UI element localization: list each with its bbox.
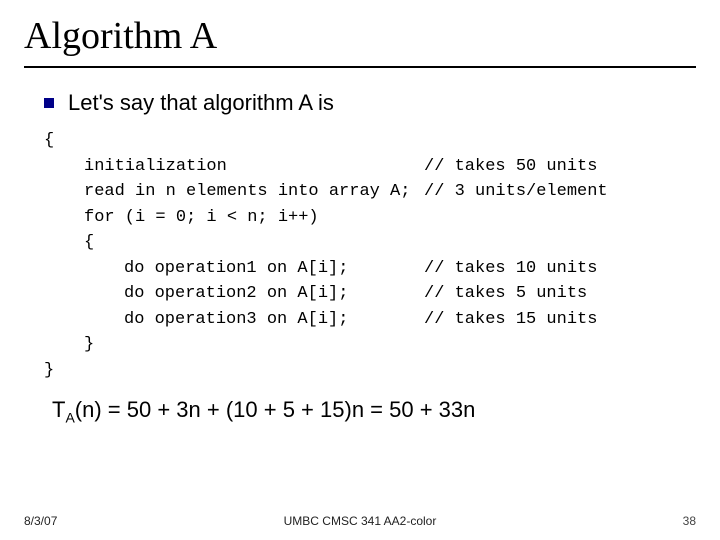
code-line: read in n elements into array A;: [44, 179, 424, 205]
bullet-item: Let's say that algorithm A is: [44, 90, 696, 116]
code-comment: // 3 units/element: [424, 179, 608, 205]
slide: Algorithm A Let's say that algorithm A i…: [0, 0, 720, 540]
square-bullet-icon: [44, 98, 54, 108]
footer-course: UMBC CMSC 341 AA2-color: [24, 514, 696, 528]
code-comment: // takes 10 units: [424, 256, 597, 282]
equation: TA(n) = 50 + 3n + (10 + 5 + 15)n = 50 + …: [52, 397, 696, 425]
code-line: {: [44, 230, 424, 256]
code-line: initialization: [44, 154, 424, 180]
equation-subscript: A: [65, 409, 74, 425]
equation-var: T: [52, 397, 65, 422]
code-line: }: [44, 332, 424, 358]
slide-title: Algorithm A: [24, 14, 696, 68]
code-line: {: [44, 128, 424, 154]
code-block: { initialization // takes 50 units read …: [44, 128, 696, 383]
code-line: }: [44, 358, 424, 384]
code-line: for (i = 0; i < n; i++): [44, 205, 424, 231]
code-line: do operation2 on A[i];: [44, 281, 424, 307]
code-comment: // takes 15 units: [424, 307, 597, 333]
equation-body: (n) = 50 + 3n + (10 + 5 + 15)n = 50 + 33…: [75, 397, 476, 422]
bullet-text: Let's say that algorithm A is: [68, 90, 334, 116]
code-comment: // takes 5 units: [424, 281, 587, 307]
code-line: do operation1 on A[i];: [44, 256, 424, 282]
code-line: do operation3 on A[i];: [44, 307, 424, 333]
footer: 8/3/07 UMBC CMSC 341 AA2-color 38: [24, 514, 696, 528]
code-comment: // takes 50 units: [424, 154, 597, 180]
